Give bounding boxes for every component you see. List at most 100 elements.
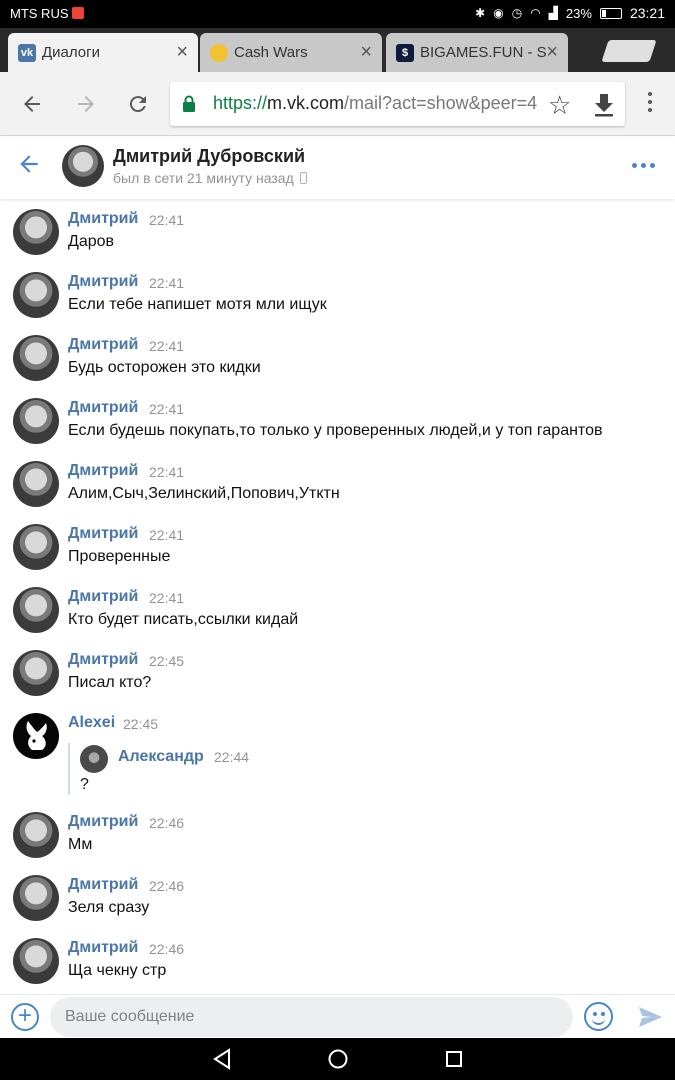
message-time: 22:41 [149,590,185,606]
tab-bigames[interactable]: $ BIGAMES.FUN - S × [386,33,568,72]
message-time: 22:46 [149,878,185,894]
message-author[interactable]: Дмитрий [68,813,138,831]
close-icon[interactable]: × [360,41,372,64]
message-text: Мм [68,836,93,853]
carrier-text: MTS RUS [10,6,69,21]
message-composer: + [0,994,675,1038]
message-author[interactable]: Дмитрий [68,273,138,291]
chat-status: был в сети 21 минуту назад [113,170,307,186]
avatar[interactable] [13,398,59,444]
signal-icon: ▟ [548,6,558,20]
vk-icon: vk [18,43,36,62]
message-time: 22:45 [123,716,159,732]
tab-title: Cash Wars [234,44,308,61]
message-author[interactable]: Дмитрий [68,336,138,354]
message-text: Будь осторожен это кидки [68,359,261,376]
nav-home-icon[interactable] [325,1046,351,1072]
avatar[interactable] [13,875,59,921]
avatar[interactable] [13,650,59,696]
message-text: Проверенные [68,548,171,565]
close-icon[interactable]: × [546,41,558,64]
notification-icon [71,7,84,19]
message-time: 22:41 [149,212,185,228]
attach-plus-icon[interactable]: + [11,1003,39,1031]
forwarded-message[interactable]: Александр 22:44 ? [68,743,368,795]
avatar[interactable] [13,272,59,318]
message-author[interactable]: Дмитрий [68,399,138,417]
bookmark-star-icon[interactable]: ☆ [548,90,571,121]
lock-icon [183,95,195,112]
avatar[interactable] [13,587,59,633]
chat-header: Дмитрий Дубровский был в сети 21 минуту … [0,137,675,199]
message-author[interactable]: Дмитрий [68,939,138,957]
url-text: https://m.vk.com/mail?act=show&peer=4 [213,93,538,114]
forwarded-time: 22:44 [214,749,250,765]
avatar[interactable] [13,461,59,507]
mobile-icon [299,172,307,184]
chat-title[interactable]: Дмитрий Дубровский [113,146,305,167]
nfc-icon: ✱ [475,6,486,20]
tab-cash-wars[interactable]: Cash Wars × [200,33,382,72]
message-time: 22:41 [149,338,185,354]
avatar[interactable] [13,812,59,858]
coin-icon [210,43,228,62]
message-time: 22:41 [149,401,185,417]
message-author[interactable]: Дмитрий [68,651,138,669]
alarm-icon: ◷ [511,6,523,20]
message-text: Зеля сразу [68,899,150,916]
status-bar: MTS RUS ✱ ◉ ◷ ◠ ▟ 23% 23:21 [0,0,675,28]
message-input[interactable] [50,997,573,1037]
reload-icon[interactable] [122,88,154,120]
message-author[interactable]: Дмитрий [68,210,138,228]
nav-recents-icon[interactable] [441,1046,467,1072]
message-time: 22:45 [149,653,185,669]
system-nav-bar [0,1038,675,1080]
tab-strip: vk Диалоги × Cash Wars × $ BIGAMES.FUN -… [0,28,675,72]
message-author[interactable]: Дмитрий [68,525,138,543]
battery-percent: 23% [565,5,592,21]
status-right: ✱ ◉ ◷ ◠ ▟ 23% 23:21 [475,5,665,21]
url-host: m.vk.com [267,93,345,113]
message-text: Кто будет писать,ссылки кидай [68,611,299,628]
nav-back-icon[interactable] [209,1046,235,1072]
new-tab-button[interactable] [601,40,657,62]
back-arrow-icon[interactable] [16,151,42,184]
message-author[interactable]: Дмитрий [68,462,138,480]
message-time: 22:41 [149,527,185,543]
forward-arrow-icon[interactable] [70,88,102,120]
avatar[interactable] [13,335,59,381]
browser-menu-icon[interactable] [640,92,660,112]
close-icon[interactable]: × [176,41,188,64]
send-icon[interactable] [636,1003,664,1031]
emoji-icon[interactable] [584,1002,613,1031]
avatar[interactable] [13,209,59,255]
back-arrow-icon[interactable] [16,88,48,120]
message-author[interactable]: Дмитрий [68,588,138,606]
tab-title: Диалоги [42,44,100,61]
more-options-icon[interactable] [632,163,655,168]
bunny-logo-icon [26,721,47,750]
url-path: /mail?act=show&peer=4 [344,93,538,113]
message-text: Ща чекну стр [68,962,167,979]
message-time: 22:46 [149,941,185,957]
tab-title: BIGAMES.FUN - S [420,44,547,61]
message-author[interactable]: Дмитрий [68,876,138,894]
last-seen-text: был в сети 21 минуту назад [113,170,294,186]
dollar-icon: $ [396,43,414,62]
avatar[interactable] [62,145,104,187]
url-scheme: https:// [213,93,268,113]
forwarded-author[interactable]: Александр [118,748,204,766]
message-time: 22:46 [149,815,185,831]
message-time: 22:41 [149,464,185,480]
message-author[interactable]: Alexei [68,714,115,732]
address-bar[interactable]: https://m.vk.com/mail?act=show&peer=4 ☆ [170,82,625,126]
download-icon[interactable] [593,92,615,118]
avatar[interactable] [13,938,59,984]
message-list[interactable]: Дмитрий 22:41 Даров Дмитрий 22:41 Если т… [0,199,675,994]
avatar[interactable] [80,745,108,773]
wifi-icon: ◠ [530,6,541,20]
message-text: Писал кто? [68,674,152,691]
tab-dialogs[interactable]: vk Диалоги × [8,33,198,72]
avatar[interactable] [13,713,59,759]
avatar[interactable] [13,524,59,570]
